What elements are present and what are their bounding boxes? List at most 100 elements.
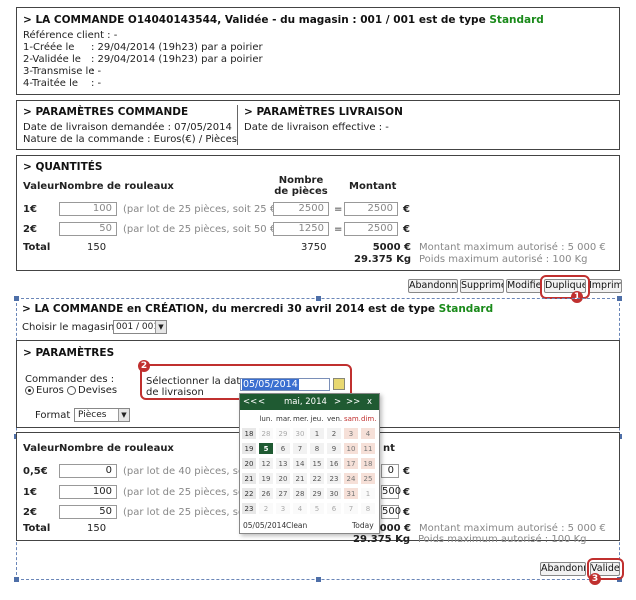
resize-handle[interactable] — [14, 296, 19, 301]
calendar-day[interactable]: 10 — [343, 442, 359, 455]
abandon-button[interactable]: Abandonner — [408, 279, 458, 293]
row-1-montant-input[interactable]: 2500 — [344, 202, 398, 216]
row-1-pieces-input[interactable]: 2500 — [273, 202, 329, 216]
prev-year-button[interactable]: << — [243, 397, 257, 407]
calendar-day[interactable]: 27 — [275, 487, 291, 500]
radio-euros[interactable] — [25, 386, 34, 395]
row-2-eq: = — [334, 224, 343, 235]
prev-month-button[interactable]: < — [258, 397, 265, 407]
close-button[interactable]: x — [367, 397, 372, 407]
next-month-button[interactable]: > — [334, 397, 341, 407]
creation-row-3-montant-input[interactable]: 500 — [381, 505, 401, 519]
calendar-day[interactable]: 2 — [326, 427, 342, 440]
row-1-rouleaux-input[interactable]: 100 — [59, 202, 117, 216]
calendar-day[interactable]: 14 — [292, 457, 308, 470]
creation-total-rouleaux: 150 — [87, 523, 107, 534]
calendar-day[interactable]: 7 — [292, 442, 308, 455]
calendar-day[interactable]: 20 — [275, 472, 291, 485]
resize-handle[interactable] — [14, 577, 19, 582]
today-button[interactable]: Today — [352, 521, 374, 530]
row-2-pieces-input[interactable]: 1250 — [273, 222, 329, 236]
calendar-day[interactable]: 24 — [343, 472, 359, 485]
month-label: mai, 2014 — [284, 397, 327, 407]
calendar-day[interactable]: 5 — [309, 502, 325, 515]
row-2-montant-input[interactable]: 2500 — [344, 222, 398, 236]
calendar-day[interactable]: 3 — [275, 502, 291, 515]
creation-abandon-button[interactable]: Abandonner — [540, 562, 586, 576]
creation-row-2-rouleaux-input[interactable]: 100 — [59, 485, 117, 499]
week-number: 19 — [241, 442, 257, 455]
calendar-day[interactable]: 16 — [326, 457, 342, 470]
row-2-rouleaux-input[interactable]: 50 — [59, 222, 117, 236]
calendar-day[interactable]: 1 — [309, 427, 325, 440]
calendar-day[interactable]: 18 — [360, 457, 376, 470]
calendar-day[interactable]: 30 — [292, 427, 308, 440]
calendar-day[interactable]: 22 — [309, 472, 325, 485]
creation-row-2-montant-input[interactable]: 500 — [381, 485, 401, 499]
calendar-day[interactable]: 25 — [360, 472, 376, 485]
chevron-down-icon: ▼ — [155, 321, 166, 333]
week-number: 21 — [241, 472, 257, 485]
calendar-day[interactable]: 5 — [258, 442, 274, 455]
next-year-button[interactable]: >> — [346, 397, 360, 407]
calendar-day[interactable]: 21 — [292, 472, 308, 485]
effective-delivery-date: Date de livraison effective : - — [244, 122, 389, 133]
max-poids: Poids maximum autorisé : 100 Kg — [419, 254, 588, 265]
calendar-day[interactable]: 6 — [275, 442, 291, 455]
print-button[interactable]: Imprimer — [588, 279, 622, 293]
format-select[interactable]: Pièces ▼ — [74, 408, 130, 422]
date-picker-popup: << < mai, 2014 > >> x lun. mar. mer. jeu. ve… — [239, 393, 380, 534]
calendar-day[interactable]: 23 — [326, 472, 342, 485]
store-select[interactable]: 001 / 001 ▼ — [113, 320, 167, 334]
creation-col-rouleaux: Nombre de rouleaux — [59, 443, 174, 454]
delete-button[interactable]: Supprimer — [460, 279, 504, 293]
total-montant: 5000 € — [372, 242, 411, 253]
calendar-day[interactable]: 8 — [360, 502, 376, 515]
calendar-day[interactable]: 2 — [258, 502, 274, 515]
calendar-day[interactable]: 15 — [309, 457, 325, 470]
calendar-day[interactable]: 26 — [258, 487, 274, 500]
calendar-day[interactable]: 29 — [275, 427, 291, 440]
creation-row-1-rouleaux-input[interactable]: 0 — [59, 464, 117, 478]
creation-row-3-rouleaux-input[interactable]: 50 — [59, 505, 117, 519]
calendar-day[interactable]: 28 — [258, 427, 274, 440]
calendar-day[interactable]: 4 — [360, 427, 376, 440]
calendar-day[interactable]: 6 — [326, 502, 342, 515]
order-history-validated-value: : 29/04/2014 (19h23) par a poirier — [91, 54, 263, 65]
calendar-day[interactable]: 12 — [258, 457, 274, 470]
order-history-processed-value: : - — [91, 78, 102, 89]
requested-delivery-date: Date de livraison demandée : 07/05/2014 — [23, 122, 232, 133]
calendar-day[interactable]: 17 — [343, 457, 359, 470]
resize-handle[interactable] — [617, 296, 622, 301]
calendar-day[interactable]: 1 — [360, 487, 376, 500]
quantities-panel: > QUANTITÉS Valeur Nombre de rouleaux No… — [16, 155, 620, 271]
creation-row-2-valeur: 1€ — [23, 487, 37, 498]
radio-devises[interactable] — [67, 386, 76, 395]
calendar-day[interactable]: 3 — [343, 427, 359, 440]
modify-button[interactable]: Modifier — [506, 279, 542, 293]
calendar-day[interactable]: 11 — [360, 442, 376, 455]
resize-handle[interactable] — [316, 296, 321, 301]
calendar-day[interactable]: 31 — [343, 487, 359, 500]
calendar-day[interactable]: 13 — [275, 457, 291, 470]
order-history-processed-label: 4-Traitée le — [23, 78, 79, 89]
calendar-day[interactable]: 30 — [326, 487, 342, 500]
day-header: dim. — [360, 412, 376, 425]
creation-row-1-montant-input[interactable]: 0 — [381, 464, 399, 478]
radio-devises-label: Devises — [78, 385, 118, 396]
order-title-text: > LA COMMANDE O14040143544, Validée - du… — [23, 14, 490, 26]
calendar-day[interactable]: 9 — [326, 442, 342, 455]
creation-title: > LA COMMANDE en CRÉATION, du mercredi 3… — [22, 303, 493, 315]
calendar-day[interactable]: 29 — [309, 487, 325, 500]
resize-handle[interactable] — [316, 577, 321, 582]
calendar-day[interactable]: 7 — [343, 502, 359, 515]
calendar-day[interactable]: 4 — [292, 502, 308, 515]
creation-row-2-euro: € — [403, 487, 410, 498]
calendar-day[interactable]: 19 — [258, 472, 274, 485]
calendar-day[interactable]: 8 — [309, 442, 325, 455]
order-summary-panel: > LA COMMANDE O14040143544, Validée - du… — [16, 7, 620, 95]
calendar-day[interactable]: 28 — [292, 487, 308, 500]
total-pieces: 3750 — [301, 242, 327, 253]
day-header: mer. — [292, 412, 309, 425]
clean-button[interactable]: Clean — [286, 521, 307, 530]
